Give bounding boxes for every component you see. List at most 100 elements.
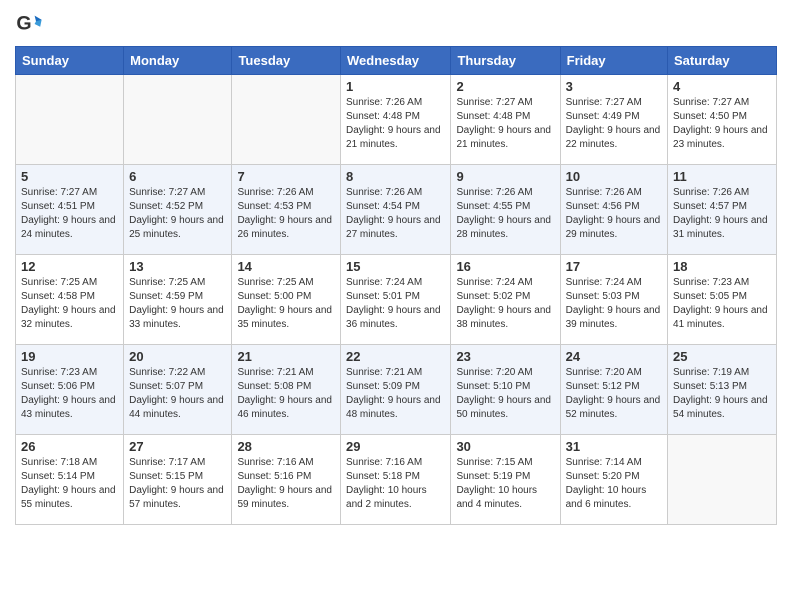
- day-info: Sunrise: 7:27 AM Sunset: 4:50 PM Dayligh…: [673, 96, 771, 152]
- day-info: Sunrise: 7:15 AM Sunset: 5:19 PM Dayligh…: [456, 456, 554, 512]
- day-info: Sunrise: 7:22 AM Sunset: 5:07 PM Dayligh…: [129, 366, 226, 422]
- day-number: 27: [129, 439, 226, 454]
- day-info: Sunrise: 7:16 AM Sunset: 5:18 PM Dayligh…: [346, 456, 445, 512]
- logo-icon: G: [15, 10, 43, 38]
- day-info: Sunrise: 7:24 AM Sunset: 5:02 PM Dayligh…: [456, 276, 554, 332]
- day-info: Sunrise: 7:26 AM Sunset: 4:55 PM Dayligh…: [456, 186, 554, 242]
- day-info: Sunrise: 7:24 AM Sunset: 5:03 PM Dayligh…: [566, 276, 662, 332]
- weekday-header-wednesday: Wednesday: [341, 47, 451, 75]
- calendar-cell: [124, 75, 232, 165]
- day-number: 5: [21, 169, 118, 184]
- calendar-cell: 15 Sunrise: 7:24 AM Sunset: 5:01 PM Dayli…: [341, 255, 451, 345]
- day-number: 23: [456, 349, 554, 364]
- calendar-cell: 19 Sunrise: 7:23 AM Sunset: 5:06 PM Dayli…: [16, 345, 124, 435]
- day-info: Sunrise: 7:18 AM Sunset: 5:14 PM Dayligh…: [21, 456, 118, 512]
- day-info: Sunrise: 7:23 AM Sunset: 5:05 PM Dayligh…: [673, 276, 771, 332]
- day-number: 7: [237, 169, 335, 184]
- day-info: Sunrise: 7:21 AM Sunset: 5:09 PM Dayligh…: [346, 366, 445, 422]
- calendar-cell: 3 Sunrise: 7:27 AM Sunset: 4:49 PM Daylig…: [560, 75, 667, 165]
- calendar-cell: 2Sunrise: 7:27 AM Sunset: 4:48 PM Daylig…: [451, 75, 560, 165]
- calendar-cell: 17 Sunrise: 7:24 AM Sunset: 5:03 PM Dayli…: [560, 255, 667, 345]
- day-info: Sunrise: 7:26 AM Sunset: 4:48 PM Dayligh…: [346, 96, 445, 152]
- calendar-cell: 4 Sunrise: 7:27 AM Sunset: 4:50 PM Daylig…: [668, 75, 777, 165]
- calendar-cell: 23Sunrise: 7:20 AM Sunset: 5:10 PM Dayli…: [451, 345, 560, 435]
- calendar-container: G SundayMondayTuesdayWednesdayThursdayFr…: [0, 0, 792, 535]
- calendar-cell: 5Sunrise: 7:27 AM Sunset: 4:51 PM Daylig…: [16, 165, 124, 255]
- day-number: 24: [566, 349, 662, 364]
- header: G: [15, 10, 777, 38]
- day-info: Sunrise: 7:26 AM Sunset: 4:54 PM Dayligh…: [346, 186, 445, 242]
- weekday-header-monday: Monday: [124, 47, 232, 75]
- day-number: 10: [566, 169, 662, 184]
- calendar-cell: [668, 435, 777, 525]
- day-info: Sunrise: 7:19 AM Sunset: 5:13 PM Dayligh…: [673, 366, 771, 422]
- calendar-cell: 1 Sunrise: 7:26 AM Sunset: 4:48 PM Daylig…: [341, 75, 451, 165]
- day-number: 16: [456, 259, 554, 274]
- calendar-table: SundayMondayTuesdayWednesdayThursdayFrid…: [15, 46, 777, 525]
- calendar-cell: 7 Sunrise: 7:26 AM Sunset: 4:53 PM Daylig…: [232, 165, 341, 255]
- day-info: Sunrise: 7:25 AM Sunset: 4:59 PM Dayligh…: [129, 276, 226, 332]
- calendar-cell: 12 Sunrise: 7:25 AM Sunset: 4:58 PM Dayli…: [16, 255, 124, 345]
- day-number: 13: [129, 259, 226, 274]
- day-info: Sunrise: 7:17 AM Sunset: 5:15 PM Dayligh…: [129, 456, 226, 512]
- weekday-header-sunday: Sunday: [16, 47, 124, 75]
- calendar-cell: 29 Sunrise: 7:16 AM Sunset: 5:18 PM Dayli…: [341, 435, 451, 525]
- weekday-header-friday: Friday: [560, 47, 667, 75]
- day-number: 31: [566, 439, 662, 454]
- day-number: 8: [346, 169, 445, 184]
- day-number: 15: [346, 259, 445, 274]
- day-info: Sunrise: 7:23 AM Sunset: 5:06 PM Dayligh…: [21, 366, 118, 422]
- day-number: 28: [237, 439, 335, 454]
- calendar-cell: 21Sunrise: 7:21 AM Sunset: 5:08 PM Dayli…: [232, 345, 341, 435]
- weekday-header-row: SundayMondayTuesdayWednesdayThursdayFrid…: [16, 47, 777, 75]
- day-info: Sunrise: 7:26 AM Sunset: 4:57 PM Dayligh…: [673, 186, 771, 242]
- day-number: 12: [21, 259, 118, 274]
- calendar-cell: 22Sunrise: 7:21 AM Sunset: 5:09 PM Dayli…: [341, 345, 451, 435]
- day-info: Sunrise: 7:27 AM Sunset: 4:49 PM Dayligh…: [566, 96, 662, 152]
- day-info: Sunrise: 7:20 AM Sunset: 5:12 PM Dayligh…: [566, 366, 662, 422]
- week-row-4: 19 Sunrise: 7:23 AM Sunset: 5:06 PM Dayli…: [16, 345, 777, 435]
- day-info: Sunrise: 7:26 AM Sunset: 4:56 PM Dayligh…: [566, 186, 662, 242]
- week-row-1: 1 Sunrise: 7:26 AM Sunset: 4:48 PM Daylig…: [16, 75, 777, 165]
- calendar-cell: 25 Sunrise: 7:19 AM Sunset: 5:13 PM Dayli…: [668, 345, 777, 435]
- day-number: 26: [21, 439, 118, 454]
- day-number: 3: [566, 79, 662, 94]
- day-info: Sunrise: 7:26 AM Sunset: 4:53 PM Dayligh…: [237, 186, 335, 242]
- calendar-cell: 8 Sunrise: 7:26 AM Sunset: 4:54 PM Daylig…: [341, 165, 451, 255]
- calendar-cell: 30 Sunrise: 7:15 AM Sunset: 5:19 PM Dayli…: [451, 435, 560, 525]
- day-number: 18: [673, 259, 771, 274]
- logo: G: [15, 10, 47, 38]
- day-info: Sunrise: 7:25 AM Sunset: 4:58 PM Dayligh…: [21, 276, 118, 332]
- day-number: 14: [237, 259, 335, 274]
- calendar-cell: 31Sunrise: 7:14 AM Sunset: 5:20 PM Dayli…: [560, 435, 667, 525]
- day-number: 19: [21, 349, 118, 364]
- weekday-header-thursday: Thursday: [451, 47, 560, 75]
- day-number: 1: [346, 79, 445, 94]
- day-number: 30: [456, 439, 554, 454]
- week-row-3: 12 Sunrise: 7:25 AM Sunset: 4:58 PM Dayli…: [16, 255, 777, 345]
- weekday-header-tuesday: Tuesday: [232, 47, 341, 75]
- day-number: 29: [346, 439, 445, 454]
- day-info: Sunrise: 7:27 AM Sunset: 4:52 PM Dayligh…: [129, 186, 226, 242]
- day-info: Sunrise: 7:25 AM Sunset: 5:00 PM Dayligh…: [237, 276, 335, 332]
- day-info: Sunrise: 7:24 AM Sunset: 5:01 PM Dayligh…: [346, 276, 445, 332]
- day-number: 25: [673, 349, 771, 364]
- day-number: 6: [129, 169, 226, 184]
- day-info: Sunrise: 7:16 AM Sunset: 5:16 PM Dayligh…: [237, 456, 335, 512]
- svg-text:G: G: [16, 13, 31, 35]
- day-number: 17: [566, 259, 662, 274]
- weekday-header-saturday: Saturday: [668, 47, 777, 75]
- calendar-cell: 13 Sunrise: 7:25 AM Sunset: 4:59 PM Dayli…: [124, 255, 232, 345]
- calendar-cell: 6 Sunrise: 7:27 AM Sunset: 4:52 PM Daylig…: [124, 165, 232, 255]
- calendar-cell: 18 Sunrise: 7:23 AM Sunset: 5:05 PM Dayli…: [668, 255, 777, 345]
- calendar-cell: [16, 75, 124, 165]
- calendar-cell: 10 Sunrise: 7:26 AM Sunset: 4:56 PM Dayli…: [560, 165, 667, 255]
- day-number: 2: [456, 79, 554, 94]
- calendar-cell: 11Sunrise: 7:26 AM Sunset: 4:57 PM Dayli…: [668, 165, 777, 255]
- calendar-cell: [232, 75, 341, 165]
- week-row-2: 5Sunrise: 7:27 AM Sunset: 4:51 PM Daylig…: [16, 165, 777, 255]
- calendar-cell: 28 Sunrise: 7:16 AM Sunset: 5:16 PM Dayli…: [232, 435, 341, 525]
- day-number: 4: [673, 79, 771, 94]
- calendar-cell: 20Sunrise: 7:22 AM Sunset: 5:07 PM Dayli…: [124, 345, 232, 435]
- week-row-5: 26 Sunrise: 7:18 AM Sunset: 5:14 PM Dayli…: [16, 435, 777, 525]
